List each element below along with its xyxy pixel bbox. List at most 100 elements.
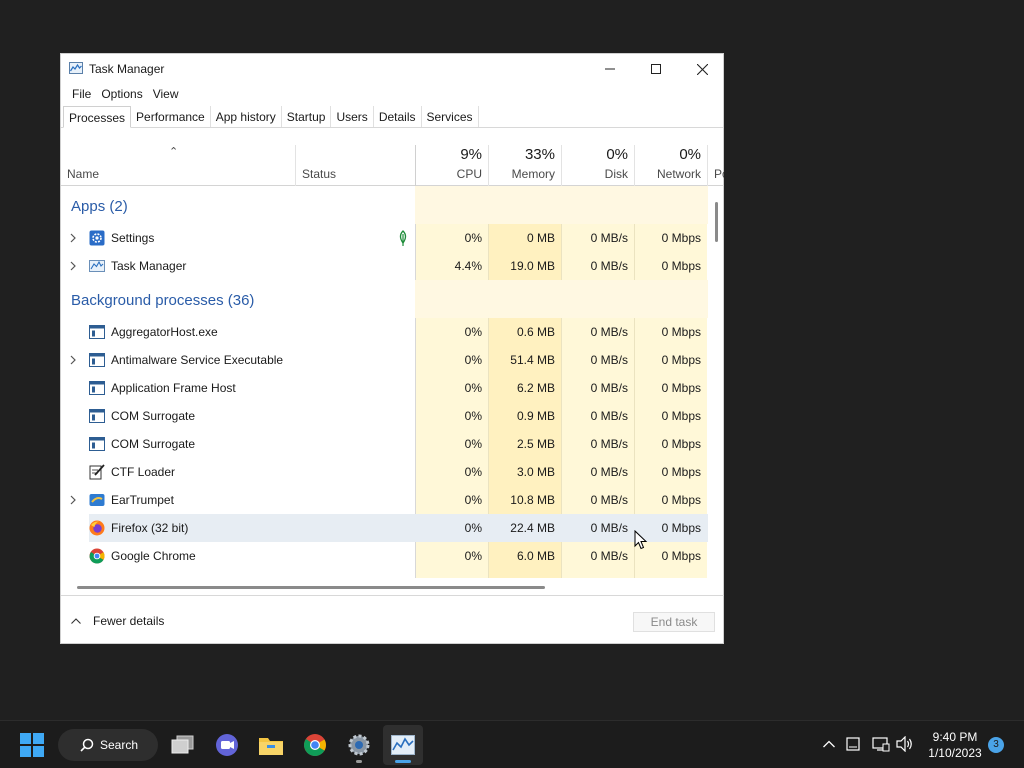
disk-value: 0 MB/s <box>590 465 628 479</box>
settings-taskbar-button[interactable] <box>339 725 379 765</box>
column-network[interactable]: 0% Network <box>634 145 707 186</box>
running-indicator <box>356 760 362 763</box>
tab-startup[interactable]: Startup <box>282 106 332 127</box>
volume-button[interactable] <box>894 733 916 755</box>
process-row[interactable]: Settings 0% 0 MB 0 MB/s 0 Mbps <box>61 224 708 252</box>
process-row[interactable]: Application Frame Host 0% 6.2 MB 0 MB/s 0 Mb… <box>61 374 708 402</box>
network-value: 0 Mbps <box>661 381 701 395</box>
memory-total: 33% <box>524 146 555 163</box>
file-explorer-button[interactable] <box>251 725 291 765</box>
group-background: Background processes (36) <box>61 280 708 318</box>
process-row[interactable]: COM Surrogate 0% 0.9 MB 0 MB/s 0 Mbps <box>61 402 708 430</box>
show-hidden-icons-button[interactable] <box>818 733 840 755</box>
column-disk[interactable]: 0% Disk <box>561 145 634 186</box>
group-band <box>415 186 708 224</box>
minimize-button[interactable] <box>587 54 633 84</box>
network-button[interactable] <box>870 733 892 755</box>
chrome-taskbar-button[interactable] <box>295 725 335 765</box>
process-row[interactable]: AggregatorHost.exe 0% 0.6 MB 0 MB/s 0 Mbps <box>61 318 708 346</box>
cpu-value: 0% <box>464 325 482 339</box>
chevron-right-icon <box>70 495 76 505</box>
expand-button[interactable] <box>68 231 78 245</box>
horizontal-scrollbar[interactable] <box>77 586 545 589</box>
start-button[interactable] <box>12 725 52 765</box>
menu-file[interactable]: File <box>67 84 96 104</box>
menu-bar: File Options View <box>61 84 184 104</box>
disk-total: 0% <box>606 146 628 163</box>
cpu-value: 0% <box>464 521 482 535</box>
column-name[interactable]: ⌃ Name <box>61 145 295 186</box>
tray-keyboard-button[interactable] <box>842 733 864 755</box>
memory-value: 3.0 MB <box>516 465 555 479</box>
memory-value: 51.4 MB <box>510 353 555 367</box>
title-bar[interactable]: Task Manager <box>61 54 723 84</box>
process-name: Task Manager <box>111 259 187 273</box>
cpu-value: 0% <box>464 409 482 423</box>
window-title: Task Manager <box>89 62 165 76</box>
process-row[interactable]: Google Chrome 0% 6.0 MB 0 MB/s 0 Mbps <box>61 542 708 570</box>
process-row[interactable]: EarTrumpet 0% 10.8 MB 0 MB/s 0 Mbps <box>61 486 708 514</box>
network-icon <box>872 737 890 752</box>
chrome-icon <box>304 734 326 756</box>
close-button[interactable] <box>679 54 725 84</box>
network-total: 0% <box>679 146 701 163</box>
end-task-button[interactable]: End task <box>633 612 715 632</box>
tab-users[interactable]: Users <box>331 106 374 127</box>
column-memory[interactable]: 33% Memory <box>488 145 561 186</box>
disk-value: 0 MB/s <box>590 549 628 563</box>
column-power[interactable]: Po <box>707 145 724 186</box>
memory-value: 19.0 MB <box>510 259 555 273</box>
column-cpu[interactable]: 9% CPU <box>415 145 488 186</box>
process-row[interactable]: Task Manager 4.4% 19.0 MB 0 MB/s 0 Mbps <box>61 252 708 280</box>
task-manager-icon <box>89 258 105 274</box>
cpu-value: 0% <box>464 437 482 451</box>
disk-value: 0 MB/s <box>590 259 628 273</box>
task-manager-taskbar-button[interactable] <box>383 725 423 765</box>
process-row[interactable]: Antimalware Service Executable 0% 51.4 MB 0… <box>61 346 708 374</box>
fewer-details-button[interactable]: Fewer details <box>71 614 164 628</box>
disk-value: 0 MB/s <box>590 521 628 535</box>
clock-button[interactable]: 9:40 PM 1/10/2023 <box>920 729 990 761</box>
menu-view[interactable]: View <box>148 84 184 104</box>
teams-chat-icon <box>216 734 238 756</box>
menu-options[interactable]: Options <box>96 84 147 104</box>
search-label: Search <box>100 738 139 752</box>
task-manager-window: Task Manager File Options View Processes… <box>60 53 724 644</box>
tab-details[interactable]: Details <box>374 106 422 127</box>
folder-icon <box>259 738 283 755</box>
cpu-value: 0% <box>464 549 482 563</box>
clock-date: 1/10/2023 <box>928 746 982 760</box>
memory-value: 22.4 MB <box>510 521 555 535</box>
process-row[interactable]: Firefox (32 bit) 0% 22.4 MB 0 MB/s 0 Mbps <box>61 514 708 542</box>
expand-button[interactable] <box>68 259 78 273</box>
search-icon <box>80 738 94 752</box>
process-row[interactable]: CTF Loader 0% 3.0 MB 0 MB/s 0 Mbps <box>61 458 708 486</box>
disk-value: 0 MB/s <box>590 231 628 245</box>
expand-button[interactable] <box>68 493 78 507</box>
column-status[interactable]: Status <box>295 145 415 186</box>
expand-button[interactable] <box>68 353 78 367</box>
task-view-button[interactable] <box>163 725 203 765</box>
disk-value: 0 MB/s <box>590 325 628 339</box>
tab-services[interactable]: Services <box>422 106 479 127</box>
process-name: Firefox (32 bit) <box>111 521 189 535</box>
memory-value: 10.8 MB <box>510 493 555 507</box>
taskbar-search[interactable]: Search <box>58 729 158 761</box>
cpu-total: 9% <box>460 146 482 163</box>
tab-app-history[interactable]: App history <box>211 106 282 127</box>
chevron-right-icon <box>70 233 76 243</box>
process-row[interactable]: COM Surrogate 0% 2.5 MB 0 MB/s 0 Mbps <box>61 430 708 458</box>
maximize-icon <box>651 64 661 74</box>
process-table: Apps (2) Settings 0% 0 MB 0 MB/s 0 Mbps Task … <box>61 186 708 578</box>
vertical-scrollbar[interactable] <box>715 202 718 242</box>
network-value: 0 Mbps <box>661 353 701 367</box>
teams-chat-button[interactable] <box>207 725 247 765</box>
tab-performance[interactable]: Performance <box>131 106 211 127</box>
disk-value: 0 MB/s <box>590 381 628 395</box>
gear-icon <box>348 734 370 756</box>
tab-processes[interactable]: Processes <box>63 106 132 128</box>
disk-value: 0 MB/s <box>590 353 628 367</box>
maximize-button[interactable] <box>633 54 679 84</box>
settings-icon <box>89 230 105 246</box>
notification-badge[interactable]: 3 <box>988 737 1004 753</box>
